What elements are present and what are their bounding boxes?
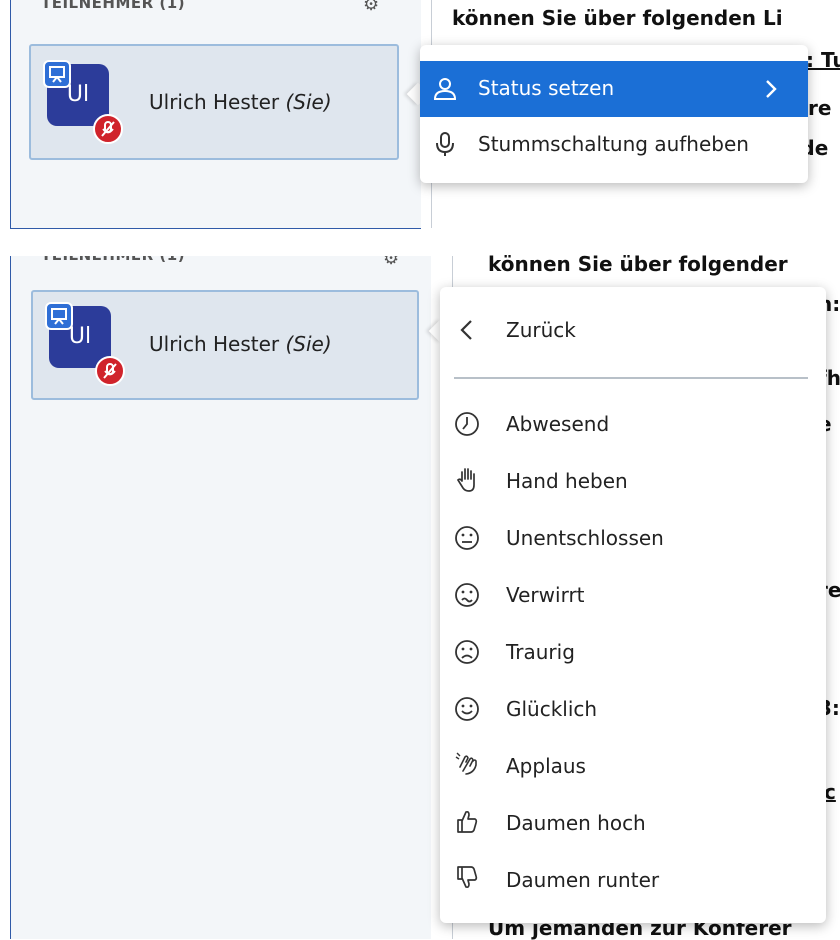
status-gluecklich[interactable]: Glücklich	[440, 680, 826, 736]
participants-panel-bottom: TEILNEHMER (1) ⚙ Ul Ulrich Hester (Sie)	[10, 256, 431, 939]
neutral-face-icon	[454, 525, 480, 551]
avatar-initials: Ul	[68, 324, 92, 349]
presenter-icon	[43, 60, 71, 88]
gear-icon[interactable]: ⚙	[383, 256, 399, 269]
gear-icon[interactable]: ⚙	[363, 0, 379, 15]
status-applaus[interactable]: Applaus	[440, 737, 826, 793]
user-card[interactable]: Ul Ulrich Hester (Sie)	[29, 44, 399, 160]
content-line: können Sie über folgenden Li	[452, 6, 783, 30]
presenter-icon	[45, 302, 73, 330]
content-line: können Sie über folgender	[488, 252, 788, 276]
user-options-menu: Status setzen Stummschaltung aufheben	[420, 45, 808, 183]
muted-microphone-icon	[95, 356, 125, 386]
user-card[interactable]: Ul Ulrich Hester (Sie)	[31, 290, 419, 400]
status-verwirrt[interactable]: Verwirrt	[440, 566, 826, 622]
microphone-icon	[432, 131, 458, 157]
thumbs-up-icon	[454, 808, 480, 834]
sad-face-icon	[454, 639, 480, 665]
applause-icon	[454, 751, 480, 777]
confused-face-icon	[454, 582, 480, 608]
avatar-initials: Ul	[66, 82, 90, 107]
status-unentschlossen[interactable]: Unentschlossen	[440, 509, 826, 565]
user-name: Ulrich Hester (Sie)	[149, 90, 332, 114]
user-name: Ulrich Hester (Sie)	[149, 332, 332, 356]
muted-microphone-icon	[93, 114, 123, 144]
status-daumen-runter[interactable]: Daumen runter	[440, 851, 826, 907]
status-daumen-hoch[interactable]: Daumen hoch	[440, 794, 826, 850]
user-icon	[432, 76, 458, 102]
participants-header: TEILNEHMER (1)	[41, 256, 185, 264]
menu-separator	[454, 377, 808, 379]
menu-item-status-setzen[interactable]: Status setzen	[420, 61, 808, 117]
thumbs-down-icon	[454, 865, 480, 891]
hand-icon	[454, 466, 480, 492]
status-hand-heben[interactable]: Hand heben	[440, 452, 826, 508]
chevron-left-icon	[454, 317, 480, 343]
menu-item-zurueck[interactable]: Zurück	[440, 301, 826, 359]
chevron-right-icon	[758, 76, 784, 102]
participants-panel-top: TEILNEHMER (1) ⚙ Ul Ulrich Hester (Sie)	[10, 0, 421, 229]
status-traurig[interactable]: Traurig	[440, 623, 826, 679]
menu-item-stummschaltung-aufheben[interactable]: Stummschaltung aufheben	[420, 117, 808, 173]
happy-face-icon	[454, 696, 480, 722]
status-submenu: Zurück Abwesend Hand heben Unentschlosse…	[440, 287, 826, 923]
content-line: : Tu	[806, 48, 840, 72]
participants-header: TEILNEHMER (1)	[41, 0, 186, 12]
status-abwesend[interactable]: Abwesend	[440, 395, 826, 451]
clock-icon	[454, 411, 480, 437]
